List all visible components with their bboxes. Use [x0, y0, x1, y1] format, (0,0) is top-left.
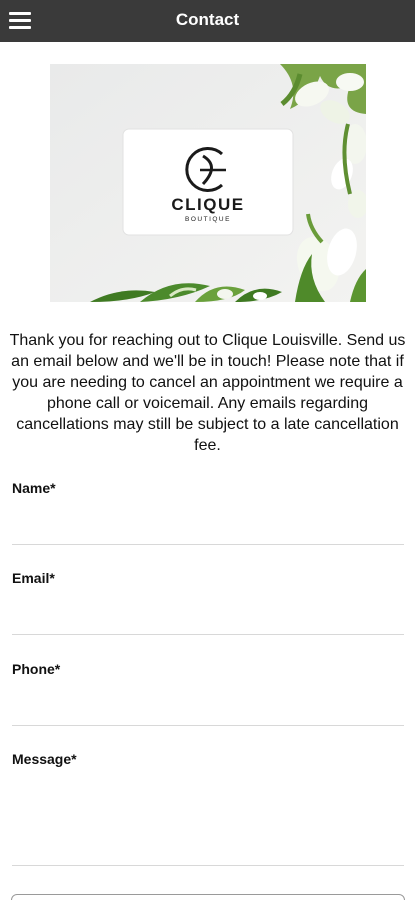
hamburger-menu-icon[interactable] — [9, 10, 33, 32]
phone-label: Phone* — [12, 661, 61, 677]
brand-name: CLIQUE — [171, 195, 244, 214]
name-label: Name* — [12, 480, 56, 496]
message-label: Message* — [12, 751, 77, 767]
page-title: Contact — [175, 10, 240, 29]
gift-card: CLIQUE BOUTIQUE — [122, 128, 294, 236]
intro-text: Thank you for reaching out to Clique Lou… — [9, 332, 406, 454]
hero-image: CLIQUE BOUTIQUE — [50, 64, 366, 302]
email-label: Email* — [12, 570, 55, 586]
phone-field[interactable] — [12, 699, 404, 726]
message-field[interactable] — [12, 775, 404, 866]
contact-screen: Contact CLIQUE BOUTIQUE Thank you for re… — [0, 0, 415, 900]
top-app-bar: Contact — [0, 0, 415, 42]
brand-subtitle: BOUTIQUE — [185, 216, 231, 223]
submit-button[interactable] — [11, 894, 405, 900]
name-field[interactable] — [12, 518, 404, 545]
email-field[interactable] — [12, 608, 404, 635]
